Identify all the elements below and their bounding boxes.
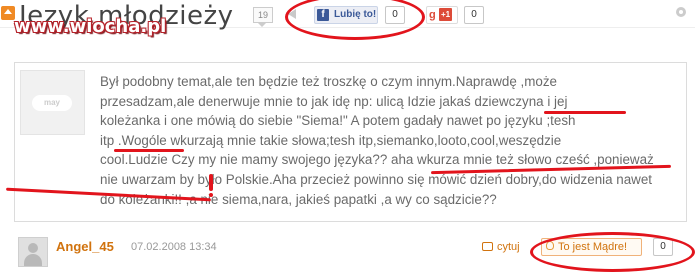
- annotation-exclamation-mark: [209, 174, 213, 191]
- google-plus-label: +1: [439, 8, 453, 21]
- annotation-exclamation-dot: [209, 193, 213, 197]
- post-body: Był podobny temat,ale ten będzie też tro…: [100, 72, 688, 209]
- google-plus-button[interactable]: g +1: [426, 6, 458, 24]
- annotation-underline: [114, 149, 184, 152]
- gear-icon[interactable]: [676, 7, 686, 17]
- quote-button[interactable]: cytuj: [482, 241, 520, 253]
- google-plus-count: 0: [464, 6, 484, 24]
- post-line: Był podobny temat,ale ten będzie też tro…: [100, 74, 557, 89]
- category-icon[interactable]: [1, 6, 15, 20]
- avatar-logo-text: may: [32, 95, 72, 111]
- google-plus-icon: g: [429, 9, 436, 21]
- post-line: koleżanka i one mówią do siebie "Siema!"…: [100, 113, 576, 129]
- post-avatar-placeholder: may: [20, 70, 85, 135]
- annotation-circle: [530, 232, 695, 272]
- site-watermark: www.wiocha.pl: [14, 16, 167, 37]
- post-line: itp .Wogóle wkurzają mnie takie słowa;te…: [100, 132, 562, 148]
- annotation-underline: [544, 111, 626, 114]
- author-link[interactable]: Angel_45: [56, 239, 114, 254]
- comment-count-badge[interactable]: 19: [253, 7, 273, 27]
- post-timestamp: 07.02.2008 13:34: [131, 241, 217, 253]
- user-avatar-icon[interactable]: [18, 237, 48, 267]
- post-line: przesadzam,ale denerwuje mnie to jak idę…: [100, 93, 568, 109]
- post-line: nie uwarzam by było Polskie.Aha przecież…: [100, 171, 653, 187]
- quote-icon: [482, 242, 493, 251]
- quote-label: cytuj: [497, 241, 520, 253]
